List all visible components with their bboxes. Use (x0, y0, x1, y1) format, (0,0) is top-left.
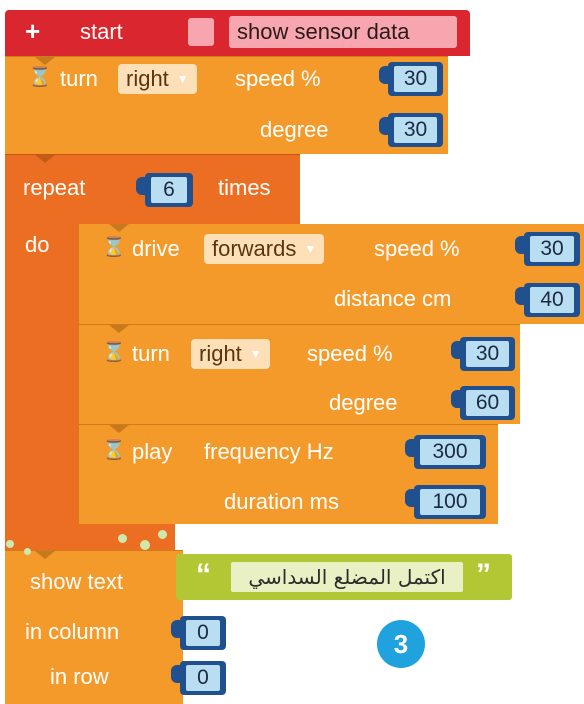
direction-value: right (126, 66, 169, 91)
speed-value[interactable]: 30 (394, 66, 437, 92)
speed-input[interactable]: 30 (379, 62, 443, 96)
watermark-dot (6, 540, 14, 548)
turn-label: turn (132, 341, 170, 366)
show-sensor-label: show sensor data (237, 19, 410, 44)
degree-value[interactable]: 60 (466, 390, 509, 416)
watermark-dot (24, 548, 31, 555)
block-notch (109, 425, 129, 433)
step-number-badge: 3 (377, 620, 425, 668)
dropdown-arrow-icon: ▼ (176, 72, 189, 86)
column-label: in column (25, 619, 120, 644)
watermark-dot (118, 534, 127, 543)
turn-block-1[interactable]: ⌛ turn right ▼ speed % 30 degree 30 (5, 56, 448, 154)
row-value[interactable]: 0 (186, 665, 220, 691)
speed-input[interactable]: 30 (515, 232, 580, 266)
block-notch (109, 224, 129, 232)
degree-value[interactable]: 30 (394, 117, 437, 143)
distance-value[interactable]: 40 (530, 287, 574, 313)
watermark-dot (140, 540, 150, 550)
repeat-block-top[interactable]: repeat 6 times (5, 154, 300, 224)
degree-input[interactable]: 60 (451, 386, 515, 420)
do-label: do (25, 232, 50, 257)
dropdown-arrow-icon: ▼ (249, 347, 262, 361)
hourglass-icon: ⌛ (102, 342, 126, 363)
drive-direction-dropdown[interactable]: forwards ▼ (204, 234, 325, 264)
speed-input[interactable]: 30 (451, 337, 515, 371)
block-notch (35, 57, 55, 65)
quote-icon: “ (196, 558, 211, 591)
dropdown-arrow-icon: ▼ (304, 242, 317, 256)
play-label: play (132, 439, 173, 464)
frequency-value[interactable]: 300 (420, 439, 480, 465)
start-label: start (80, 19, 123, 44)
degree-input[interactable]: 30 (379, 113, 443, 147)
degree-label: degree (260, 117, 329, 142)
hourglass-icon: ⌛ (28, 67, 52, 88)
show-text-label: show text (30, 569, 123, 594)
show-sensor-checkbox[interactable] (188, 18, 214, 46)
speed-label: speed % (307, 341, 393, 366)
hourglass-icon: ⌛ (102, 440, 126, 461)
frequency-label: frequency Hz (204, 439, 334, 464)
speed-label: speed % (374, 236, 460, 261)
drive-direction-value: forwards (212, 236, 297, 261)
hourglass-icon: ⌛ (102, 237, 126, 258)
speed-label: speed % (235, 66, 321, 91)
show-text-block[interactable]: show text in column in row (5, 550, 183, 704)
turn-block-2[interactable]: ⌛ turn right ▼ speed % 30 degree 60 (78, 324, 520, 424)
distance-input[interactable]: 40 (515, 283, 580, 317)
duration-label: duration ms (224, 489, 339, 514)
repeat-label: repeat (23, 175, 86, 200)
times-label: times (218, 175, 271, 200)
row-input[interactable]: 0 (171, 661, 226, 695)
speed-value[interactable]: 30 (530, 236, 574, 262)
repeat-count-value[interactable]: 6 (151, 177, 187, 203)
frequency-input[interactable]: 300 (405, 435, 486, 469)
drive-label: drive (132, 236, 180, 261)
duration-value[interactable]: 100 (420, 489, 480, 515)
speed-value[interactable]: 30 (466, 341, 509, 367)
quote-icon: ” (476, 558, 491, 591)
column-value[interactable]: 0 (186, 620, 220, 646)
block-notch (35, 551, 55, 559)
column-input[interactable]: 0 (171, 616, 226, 650)
turn-direction-dropdown[interactable]: right ▼ (191, 339, 270, 369)
text-string-input[interactable]: اكتمل المضلع السداسي (231, 562, 463, 592)
turn-label: turn (60, 66, 98, 91)
block-notch (35, 155, 55, 163)
watermark-dot (158, 530, 167, 539)
block-notch (109, 325, 129, 333)
degree-label: degree (329, 390, 398, 415)
text-string-block[interactable]: “ اكتمل المضلع السداسي ” (176, 554, 512, 600)
duration-input[interactable]: 100 (405, 485, 486, 519)
row-label: in row (50, 664, 109, 689)
turn-direction-value: right (199, 341, 242, 366)
repeat-count-input[interactable]: 6 (136, 173, 193, 207)
distance-label: distance cm (334, 286, 452, 311)
play-block[interactable]: ⌛ play frequency Hz 300 duration ms 100 (78, 424, 498, 524)
direction-dropdown[interactable]: right ▼ (118, 64, 197, 94)
plus-icon[interactable]: + (25, 18, 40, 44)
repeat-block-side: do (5, 224, 80, 534)
drive-block[interactable]: ⌛ drive forwards ▼ speed % 30 distance cm… (78, 224, 584, 324)
start-block[interactable]: + start show sensor data (5, 10, 470, 56)
